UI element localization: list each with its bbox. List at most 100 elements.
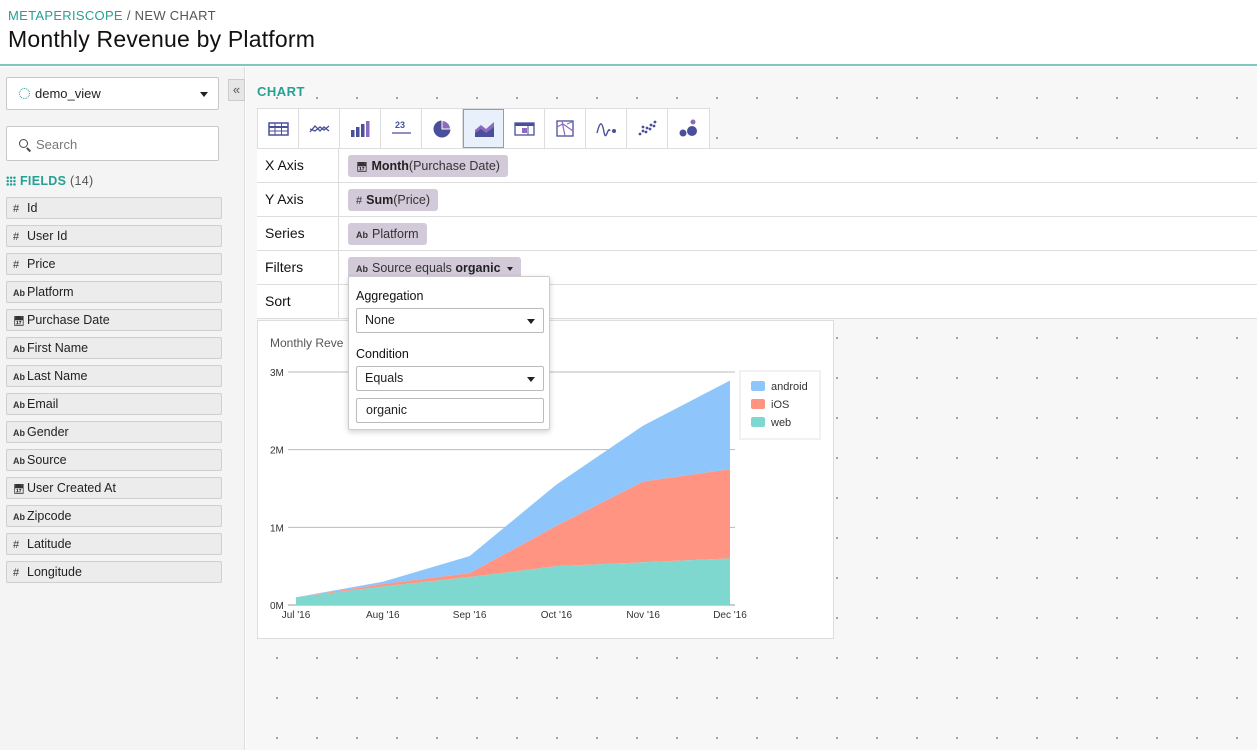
legend-swatch [751, 381, 765, 391]
bubble-icon [679, 119, 697, 137]
x-axis-pill[interactable]: 📅︎ Month(Purchase Date) [348, 155, 508, 177]
chart-type-bar-button[interactable] [340, 109, 381, 148]
chart-type-sparkline-button[interactable] [586, 109, 627, 148]
number-type-icon: # [13, 567, 20, 579]
chevron-down-icon [506, 267, 513, 271]
aggregation-heading: Aggregation [356, 289, 424, 303]
number-type-icon: # [13, 259, 20, 271]
x-tick-label: Sep '16 [453, 610, 487, 621]
line-chart-icon [309, 125, 330, 133]
aggregation-select[interactable]: None [356, 308, 544, 333]
field-item[interactable]: # Longitude [6, 561, 222, 583]
collapse-sidebar-button[interactable]: « [228, 79, 245, 101]
field-item[interactable]: Ab Source [6, 449, 222, 471]
calendar-icon: 📅︎ [356, 162, 368, 172]
field-name: Latitude [27, 537, 72, 551]
text-type-icon: Ab [356, 230, 368, 240]
grid-icon [6, 176, 16, 186]
text-type-icon: Ab [13, 288, 25, 298]
sidebar: demo_view « Search FIELDS (14) # Id # User … [0, 67, 245, 750]
legend-label: web [770, 417, 791, 429]
chart-title: Monthly Reve [270, 336, 344, 350]
view-select-value: demo_view [35, 86, 101, 101]
x-tick-label: Nov '16 [626, 610, 660, 621]
condition-select[interactable]: Equals [356, 366, 544, 391]
chart-type-map-button[interactable] [545, 109, 586, 148]
x-tick-label: Aug '16 [366, 610, 400, 621]
fields-heading: FIELDS (14) [6, 174, 93, 188]
text-type-icon: Ab [13, 372, 25, 382]
chart-section-label: CHART [257, 84, 305, 99]
chart-type-bubble-button[interactable] [668, 109, 709, 148]
series-value: Platform [372, 227, 419, 241]
y-axis-func: Sum [366, 193, 394, 207]
number-type-icon: # [13, 539, 20, 551]
y-axis-row: Y Axis # Sum(Price) [257, 183, 1257, 217]
chart-type-area-button[interactable] [463, 109, 504, 148]
bar-chart-icon [351, 121, 370, 137]
aggregation-value: None [365, 313, 395, 327]
x-tick-label: Jul '16 [282, 610, 311, 621]
text-type-icon: Ab [13, 428, 25, 438]
y-axis-label: Y Axis [257, 183, 339, 216]
sort-label: Sort [257, 285, 339, 318]
condition-heading: Condition [356, 347, 409, 361]
loading-spinner-icon [19, 88, 30, 99]
field-name: Purchase Date [27, 313, 110, 327]
field-name: User Created At [27, 481, 116, 495]
chart-type-line-button[interactable] [299, 109, 340, 148]
sparkline-icon [596, 123, 616, 137]
field-item[interactable]: Ab Platform [6, 281, 222, 303]
chart-type-table-button[interactable] [258, 109, 299, 148]
chart-type-pie-button[interactable] [422, 109, 463, 148]
calendar-icon: 📅︎ [13, 316, 25, 326]
text-type-icon: Ab [13, 344, 25, 354]
series-pill[interactable]: Ab Platform [348, 223, 427, 245]
field-item[interactable]: 📅︎ Purchase Date [6, 309, 222, 331]
field-name: Source [27, 453, 67, 467]
number-type-icon: # [356, 195, 363, 207]
number-icon: 23 [392, 120, 411, 134]
filter-value-input[interactable]: organic [356, 398, 544, 423]
chart-type-pivot-button[interactable] [504, 109, 545, 148]
page-title[interactable]: Monthly Revenue by Platform [8, 26, 315, 53]
pie-chart-icon [433, 119, 452, 138]
y-axis-pill[interactable]: # Sum(Price) [348, 189, 439, 211]
field-item[interactable]: Ab First Name [6, 337, 222, 359]
field-item[interactable]: # User Id [6, 225, 222, 247]
field-item[interactable]: Ab Last Name [6, 365, 222, 387]
chart-type-number-button[interactable]: 23 [381, 109, 422, 148]
chevron-down-icon [527, 377, 535, 382]
field-name: Email [27, 397, 59, 411]
text-type-icon: Ab [356, 264, 368, 274]
y-tick-label: 3M [270, 368, 284, 379]
number-icon-text: 23 [395, 120, 405, 130]
table-icon [268, 122, 289, 136]
breadcrumb-home-link[interactable]: METAPERISCOPE [8, 8, 123, 23]
x-tick-label: Oct '16 [541, 610, 573, 621]
view-select[interactable]: demo_view [6, 77, 219, 110]
scatter-icon [638, 120, 657, 136]
field-item[interactable]: # Latitude [6, 533, 222, 555]
search-placeholder: Search [36, 137, 78, 152]
x-tick-label: Dec '16 [713, 610, 747, 621]
field-item[interactable]: Ab Zipcode [6, 505, 222, 527]
y-axis-arg: (Price) [393, 193, 431, 207]
field-item[interactable]: Ab Gender [6, 421, 222, 443]
search-input[interactable]: Search [6, 126, 219, 161]
field-item[interactable]: # Price [6, 253, 222, 275]
field-item[interactable]: # Id [6, 197, 222, 219]
field-item[interactable]: Ab Email [6, 393, 222, 415]
field-list: # Id # User Id # Price Ab Platform 📅︎ Purchase Da… [6, 197, 222, 589]
x-axis-arg: (Purchase Date) [408, 159, 500, 173]
search-icon [19, 139, 28, 148]
legend-label: iOS [771, 399, 789, 411]
legend-label: android [771, 381, 808, 393]
field-name: User Id [27, 229, 68, 243]
chart-type-scatter-button[interactable] [627, 109, 668, 148]
field-name: Id [27, 201, 38, 215]
y-tick-label: 2M [270, 446, 284, 457]
field-name: First Name [27, 341, 89, 355]
area-chart-icon [475, 122, 494, 137]
field-item[interactable]: 📅︎ User Created At [6, 477, 222, 499]
